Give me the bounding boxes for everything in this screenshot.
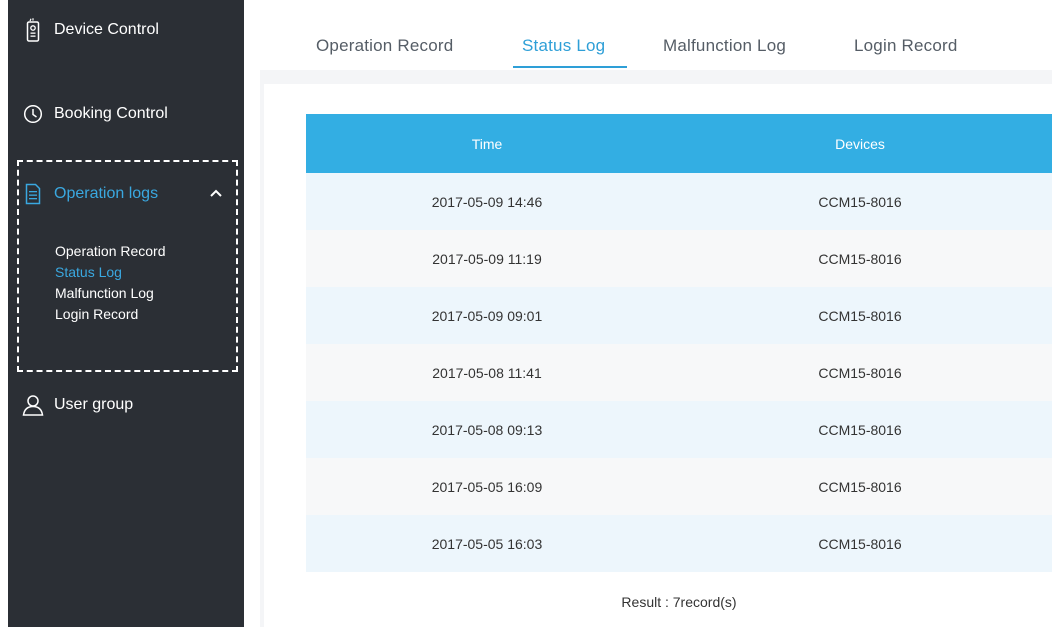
remote-control-icon: [22, 18, 44, 42]
cell-device: CCM15-8016: [818, 535, 902, 552]
submenu-item-malfunction-log[interactable]: Malfunction Log: [55, 283, 166, 304]
cell-device: CCM15-8016: [818, 421, 902, 438]
sidebar-item-booking-control[interactable]: Booking Control: [8, 92, 244, 136]
sidebar: Device Control Booking Control Operation…: [8, 0, 244, 627]
table-row[interactable]: 2017-05-05 16:09 CCM15-8016: [306, 458, 1052, 515]
cell-device: CCM15-8016: [818, 307, 902, 324]
sidebar-item-label: Device Control: [54, 21, 159, 38]
sidebar-item-user-group[interactable]: User group: [8, 383, 244, 427]
cell-time: 2017-05-09 11:19: [432, 250, 542, 267]
clock-icon: [22, 102, 44, 126]
cell-device: CCM15-8016: [818, 193, 902, 210]
cell-time: 2017-05-05 16:03: [431, 535, 543, 552]
table-row[interactable]: 2017-05-05 16:03 CCM15-8016: [306, 515, 1052, 572]
tab-bar: Operation Record Status Log Malfunction …: [260, 0, 1052, 70]
submenu-item-login-record[interactable]: Login Record: [55, 304, 166, 325]
main-content: Operation Record Status Log Malfunction …: [260, 0, 1052, 627]
operation-logs-submenu: Operation Record Status Log Malfunction …: [55, 241, 166, 325]
sidebar-item-label: Booking Control: [54, 105, 168, 122]
cell-device: CCM15-8016: [818, 250, 902, 267]
cell-time: 2017-05-05 16:09: [431, 478, 543, 495]
user-icon: [22, 393, 44, 417]
table-header: Time Devices: [306, 114, 1052, 173]
active-tab-indicator: [513, 66, 627, 68]
table-row[interactable]: 2017-05-08 11:41 CCM15-8016: [306, 344, 1052, 401]
tab-operation-record[interactable]: Operation Record: [316, 36, 453, 56]
sidebar-item-operation-logs[interactable]: Operation logs: [8, 172, 244, 216]
chevron-up-icon[interactable]: [209, 186, 223, 200]
column-header-devices[interactable]: Devices: [668, 136, 1052, 152]
sidebar-item-label: User group: [54, 396, 134, 413]
cell-time: 2017-05-08 09:13: [431, 421, 543, 438]
app-window: Device Control Booking Control Operation…: [0, 0, 1052, 627]
table-row[interactable]: 2017-05-09 09:01 CCM15-8016: [306, 287, 1052, 344]
content-panel: Time Devices 2017-05-09 14:46 CCM15-8016…: [264, 84, 1052, 627]
submenu-item-operation-record[interactable]: Operation Record: [55, 241, 166, 262]
document-icon: [22, 182, 44, 206]
table-row[interactable]: 2017-05-08 09:13 CCM15-8016: [306, 401, 1052, 458]
tab-malfunction-log[interactable]: Malfunction Log: [663, 36, 786, 56]
submenu-item-status-log[interactable]: Status Log: [55, 262, 166, 283]
status-log-table: Time Devices 2017-05-09 14:46 CCM15-8016…: [306, 114, 1052, 572]
cell-time: 2017-05-08 11:41: [432, 364, 542, 381]
column-header-time[interactable]: Time: [306, 136, 668, 152]
table-row[interactable]: 2017-05-09 14:46 CCM15-8016: [306, 173, 1052, 230]
table-row[interactable]: 2017-05-09 11:19 CCM15-8016: [306, 230, 1052, 287]
cell-device: CCM15-8016: [818, 364, 902, 381]
cell-time: 2017-05-09 14:46: [431, 193, 543, 210]
tab-status-log[interactable]: Status Log: [522, 36, 605, 56]
result-count: Result : 7record(s): [621, 594, 737, 610]
tab-login-record[interactable]: Login Record: [854, 36, 958, 56]
sidebar-item-device-control[interactable]: Device Control: [8, 8, 244, 52]
sidebar-item-label: Operation logs: [54, 185, 159, 202]
cell-time: 2017-05-09 09:01: [431, 307, 543, 324]
cell-device: CCM15-8016: [818, 478, 902, 495]
